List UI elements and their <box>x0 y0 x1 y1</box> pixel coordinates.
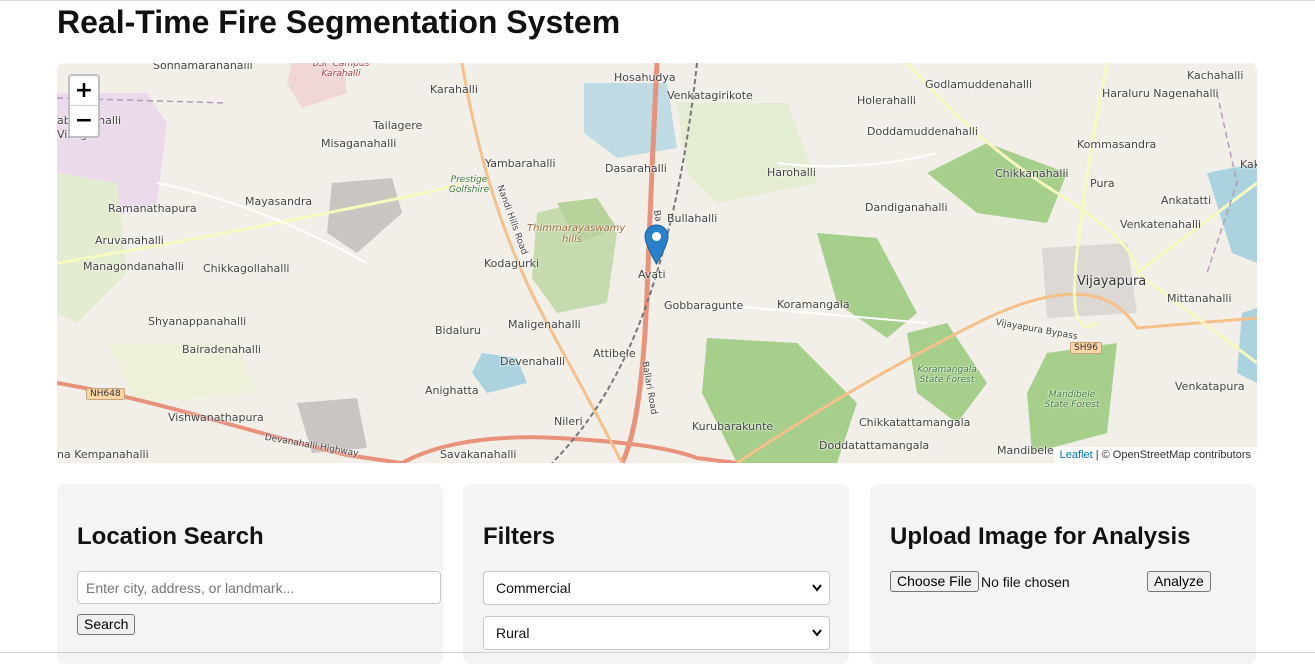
map-label: Venkatagirikote <box>667 89 753 102</box>
map-label: Avati <box>638 268 666 281</box>
map-label: Vijayapura <box>1077 274 1147 289</box>
map-label: Koramangala <box>777 298 850 311</box>
filter-select-area[interactable]: Rural <box>483 616 830 650</box>
map-label: Holerahalli <box>857 94 916 107</box>
map-label: Maligenahalli <box>508 318 581 331</box>
search-button[interactable]: Search <box>77 614 136 635</box>
map-view[interactable]: Sonnamaranahalli BSF Campus Karahalli Ka… <box>57 63 1257 463</box>
map-label: Mandibele <box>997 444 1054 457</box>
filter-select-value: Rural <box>496 625 530 641</box>
map-label: Prestige Golfshire <box>448 175 490 195</box>
zoom-out-button[interactable]: − <box>70 106 98 136</box>
map-label: Bairadenahalli <box>182 343 261 356</box>
filter-select-value: Commercial <box>496 580 571 596</box>
map-label: Hosahudya <box>614 71 676 84</box>
map-label: Tailagere <box>373 119 423 132</box>
top-divider <box>0 0 1315 1</box>
map-label: Managondanahalli <box>83 260 184 273</box>
map-label: Doddatattamangala <box>819 439 930 452</box>
map-label: Dandiganahalli <box>865 201 948 214</box>
map-label: Doddamuddenahalli <box>867 125 978 138</box>
map-label: Vishwanathapura <box>168 411 264 424</box>
map-label: Shyanappanahalli <box>148 315 247 328</box>
map-label: Mayasandra <box>245 195 313 208</box>
filters-panel: Filters Commercial Rural <box>463 484 849 664</box>
map-label: Thimmarayaswamy hills <box>527 223 626 245</box>
map-label: Haraluru Nagenahalli <box>1102 87 1219 100</box>
zoom-in-button[interactable]: + <box>70 76 98 106</box>
map-marker-icon[interactable] <box>644 224 669 265</box>
map-label: Kachahalli <box>1187 69 1244 82</box>
page-title: Real-Time Fire Segmentation System <box>57 4 621 40</box>
map-label: Bidaluru <box>435 324 481 337</box>
map-label: Harohalli <box>767 166 816 179</box>
location-search-input[interactable] <box>77 571 441 604</box>
map-label: Sonnamaranahalli <box>153 63 253 72</box>
upload-panel: Upload Image for Analysis Choose File No… <box>870 484 1256 664</box>
map-label: Nileri <box>554 415 583 428</box>
map-label: Savakanahalli <box>440 448 517 461</box>
road-shield: NH648 <box>86 388 125 400</box>
map-label: Kurubarakunte <box>692 420 774 433</box>
map-label: na Kempanahalli <box>57 448 149 461</box>
map-label: Venkatenahalli <box>1120 218 1202 231</box>
attribution-text: | © OpenStreetMap contributors <box>1095 449 1251 461</box>
map-label: Kommasandra <box>1077 138 1157 151</box>
map-label: Chikkagollahalli <box>203 262 290 275</box>
map-label: Aruvanahalli <box>95 234 164 247</box>
map-label: Dasarahalli <box>605 162 667 175</box>
map-label: Godlamuddenahalli <box>925 78 1033 91</box>
chevron-down-icon <box>812 584 822 592</box>
map-label: Koramangala State Forest <box>917 365 977 385</box>
map-label: Attibele <box>593 347 636 360</box>
map-label: Gobbaragunte <box>664 299 744 312</box>
location-search-panel: Location Search Search <box>57 484 443 664</box>
filters-title: Filters <box>483 523 556 550</box>
leaflet-link[interactable]: Leaflet <box>1060 449 1093 461</box>
map-label: Venkatapura <box>1175 380 1245 393</box>
map-label: Mandibele State Forest <box>1044 390 1100 410</box>
map-label: Kodagurki <box>484 257 540 270</box>
file-status: No file chosen <box>981 574 1070 590</box>
map-label: Kak <box>1240 158 1257 171</box>
map-label: Misaganahalli <box>321 137 397 150</box>
map-label: Ramanathapura <box>108 202 197 215</box>
map-label: Karahalli <box>430 83 478 96</box>
map-label: Devenahalli <box>500 355 566 368</box>
map-label: Ankatatti <box>1161 194 1212 207</box>
map-label: Yambarahalli <box>485 157 556 170</box>
zoom-control: + − <box>68 74 100 138</box>
map-label: Chikkatattamangala <box>859 416 971 429</box>
map-attribution: Leaflet | © OpenStreetMap contributors <box>1053 447 1257 463</box>
map-label: Anighatta <box>425 384 479 397</box>
location-search-title: Location Search <box>77 523 264 550</box>
map-label: Ba <box>650 209 663 223</box>
map-label: Bullahalli <box>667 212 718 225</box>
map-label: Pura <box>1090 177 1115 190</box>
choose-file-button[interactable]: Choose File <box>890 571 979 592</box>
analyze-button[interactable]: Analyze <box>1147 571 1211 592</box>
map-label: Mittanahalli <box>1167 292 1232 305</box>
upload-title: Upload Image for Analysis <box>890 523 1191 550</box>
road-shield: SH96 <box>1070 342 1102 354</box>
map-label: Chikkanahalli <box>995 167 1069 180</box>
filter-select-type[interactable]: Commercial <box>483 571 830 605</box>
bottom-divider <box>0 652 1315 653</box>
map-label: BSF Campus Karahalli <box>312 63 370 79</box>
chevron-down-icon <box>812 629 822 637</box>
